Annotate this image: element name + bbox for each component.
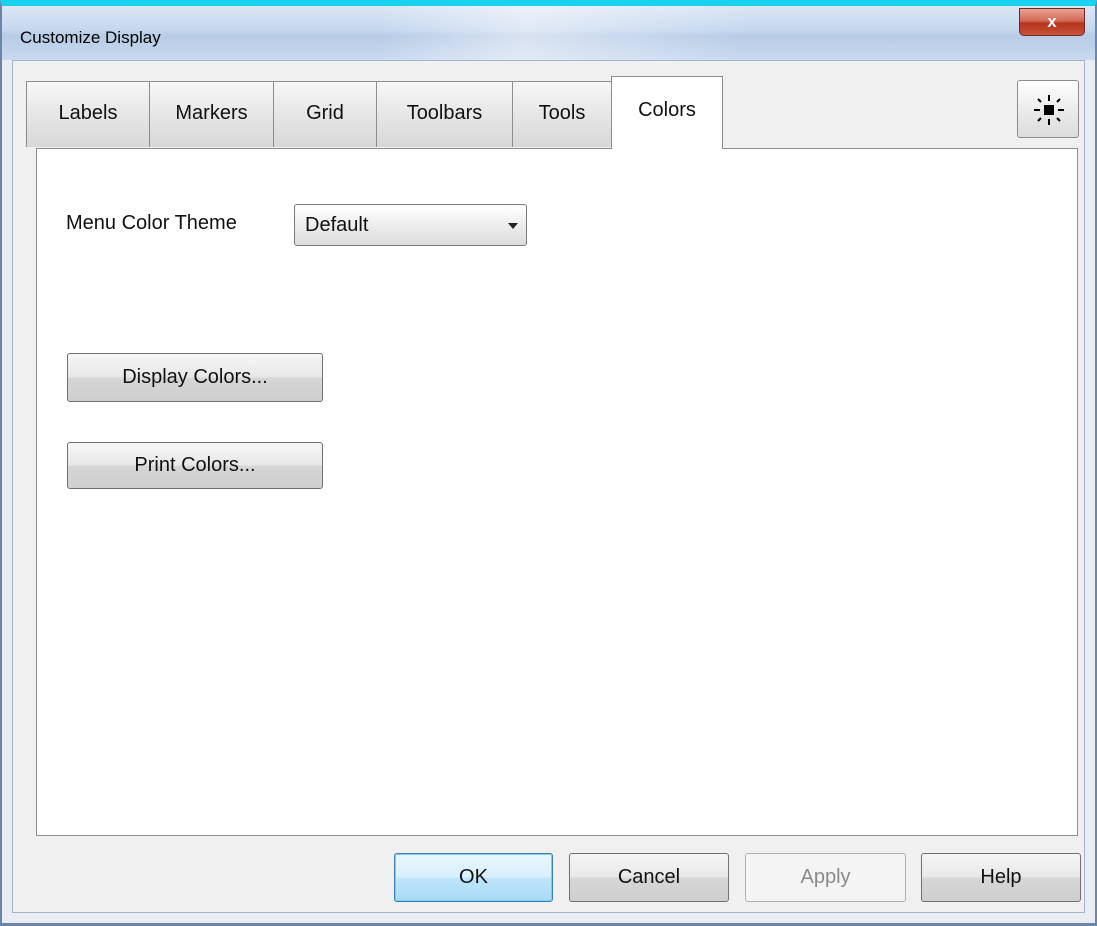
close-icon: x (1047, 12, 1057, 31)
menu-color-theme-label: Menu Color Theme (66, 212, 237, 234)
tab-markers[interactable]: Markers (149, 81, 274, 147)
tab-tools[interactable]: Tools (512, 81, 612, 147)
sun-icon (1034, 95, 1064, 125)
menu-color-theme-value: Default (305, 214, 369, 236)
chevron-down-icon (508, 223, 518, 229)
tab-grid[interactable]: Grid (273, 81, 377, 147)
menu-color-theme-select[interactable]: Default (294, 204, 527, 246)
title-bar[interactable]: Customize Display x (2, 6, 1095, 60)
display-colors-button[interactable]: Display Colors... (67, 353, 323, 402)
cancel-button[interactable]: Cancel (569, 853, 729, 902)
apply-button[interactable]: Apply (745, 853, 906, 902)
tab-labels[interactable]: Labels (26, 81, 150, 147)
print-colors-button[interactable]: Print Colors... (67, 442, 323, 489)
window-title: Customize Display (20, 28, 161, 47)
display-settings-button[interactable] (1017, 80, 1079, 138)
help-button[interactable]: Help (921, 853, 1081, 902)
tab-toolbars[interactable]: Toolbars (376, 81, 513, 147)
close-button[interactable]: x (1019, 8, 1085, 36)
colors-tab-panel (36, 148, 1078, 836)
tab-colors[interactable]: Colors (611, 76, 723, 149)
ok-button[interactable]: OK (394, 853, 553, 902)
